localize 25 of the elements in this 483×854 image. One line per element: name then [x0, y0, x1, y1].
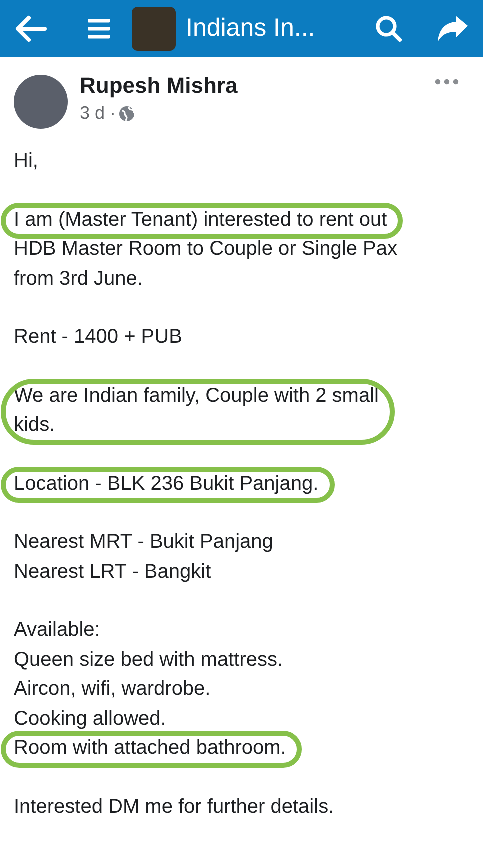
post-text: Interested DM me for further details. — [14, 794, 334, 820]
post-text: Queen size bed with mattress. — [14, 648, 284, 672]
group-title: Indians In... — [186, 14, 316, 43]
group-photo-placeholder — [132, 6, 176, 50]
post-text: Aircon, wifi, wardrobe. — [14, 677, 211, 702]
avatar[interactable] — [14, 75, 68, 129]
post-text: Room with attached bathroom. — [14, 736, 286, 761]
post-text: Rent - 1400 + PUB — [14, 325, 182, 350]
post-time: 3 d · — [80, 103, 116, 124]
post-text: I am (Master Tenant) interested to rent out — [14, 208, 388, 232]
menu-icon[interactable] — [88, 18, 110, 40]
author-name[interactable]: Rupesh Mishra — [80, 73, 435, 99]
post-text: Hi, — [14, 149, 38, 174]
post-text: Location - BLK 236 Bukit Panjang. — [14, 472, 319, 496]
search-icon[interactable] — [375, 14, 403, 42]
post-text: HDB Master Room to Couple or Single Pax from 3rd June. — [14, 237, 398, 292]
post-text: Nearest LRT - Bangkit — [14, 560, 212, 584]
post-text: We are Indian family, Couple with 2 small kids. — [14, 384, 379, 438]
more-options-icon[interactable] — [435, 79, 459, 85]
globe-icon — [119, 106, 136, 122]
back-arrow-icon[interactable] — [14, 14, 48, 44]
post-text: Cooking allowed. — [14, 706, 166, 732]
post-text: Available: — [14, 618, 100, 643]
share-arrow-icon[interactable] — [437, 14, 469, 42]
post-text: Nearest MRT - Bukit Panjang — [14, 530, 274, 555]
